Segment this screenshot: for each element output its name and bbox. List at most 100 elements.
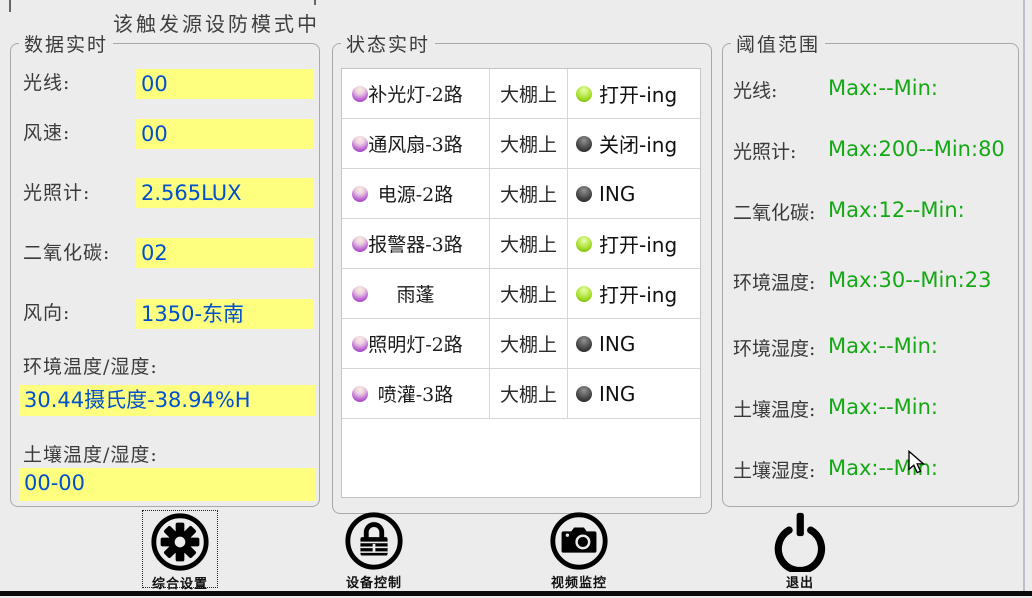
device-location: 大棚上 — [490, 269, 568, 318]
device-status-cell: 关闭-ing — [568, 119, 700, 168]
power-icon — [769, 510, 831, 572]
device-name: 雨蓬 — [396, 280, 434, 307]
status-orb-icon — [576, 336, 592, 352]
video-monitor-button[interactable]: 视频监控 — [541, 510, 617, 588]
mouse-cursor — [906, 450, 928, 474]
device-location: 大棚上 — [490, 319, 568, 368]
device-location: 大棚上 — [490, 119, 568, 168]
ambient-temp-threshold-value: Max:30--Min:23 — [828, 268, 991, 292]
co2-threshold-label: 二氧化碳: — [733, 198, 815, 225]
device-orb-icon — [352, 286, 368, 302]
device-orb-icon — [352, 236, 368, 252]
soil-humidity-threshold-label: 土壤湿度: — [733, 456, 815, 483]
ambient-temp-humidity-field[interactable]: 30.44摄氏度-38.94%H — [19, 385, 316, 416]
device-cell: 照明灯-2路 — [342, 319, 490, 368]
device-status-cell: 打开-ing — [568, 69, 700, 118]
device-name: 照明灯-2路 — [368, 330, 463, 357]
threshold-row: 光照计: Max:200--Min:80 — [723, 137, 1018, 163]
lock-icon — [343, 510, 405, 572]
device-name: 通风扇-3路 — [368, 130, 463, 157]
exit-button[interactable]: 退出 — [762, 510, 838, 588]
device-status-cell: ING — [568, 319, 700, 368]
co2-label: 二氧化碳: — [23, 238, 110, 265]
right-edge-line — [1023, 0, 1025, 591]
threshold-row: 光线: Max:--Min: — [723, 76, 1018, 102]
status-orb-icon — [576, 136, 592, 152]
ambient-temp-threshold-label: 环境温度: — [733, 268, 815, 295]
wind-speed-field[interactable]: 00 — [136, 119, 314, 149]
realtime-data-panel: 数据实时 光线: 00 风速: 00 光照计: 2.565LUX 二氧化碳: 0… — [10, 43, 320, 507]
device-orb-icon — [352, 186, 368, 202]
co2-threshold-value: Max:12--Min: — [828, 198, 965, 222]
device-control-button[interactable]: 设备控制 — [336, 510, 412, 588]
realtime-data-title: 数据实时 — [19, 30, 113, 57]
device-location: 大棚上 — [490, 219, 568, 268]
soil-temp-humidity-field[interactable]: 00-00 — [19, 468, 316, 501]
device-name: 电源-2路 — [378, 180, 454, 207]
status-orb-icon — [576, 86, 592, 102]
device-orb-icon — [352, 386, 368, 402]
threshold-row: 二氧化碳: Max:12--Min: — [723, 198, 1018, 224]
threshold-row: 环境湿度: Max:--Min: — [723, 334, 1018, 360]
device-status: ING — [599, 182, 635, 206]
ambient-temp-humidity-label: 环境温度/湿度: — [23, 352, 158, 379]
wind-direction-field[interactable]: 1350-东南 — [136, 299, 314, 329]
device-name: 喷灌-3路 — [378, 380, 454, 407]
lux-meter-field[interactable]: 2.565LUX — [136, 178, 314, 208]
settings-button-label: 综合设置 — [152, 573, 208, 592]
table-row[interactable]: 电源-2路 大棚上 ING — [342, 169, 700, 219]
soil-temp-threshold-value: Max:--Min: — [828, 395, 938, 419]
wind-direction-label: 风向: — [23, 298, 70, 325]
lux-meter-label: 光照计: — [23, 178, 90, 205]
device-status: 关闭-ing — [599, 129, 677, 158]
video-monitor-button-label: 视频监控 — [551, 572, 607, 591]
table-row[interactable]: 喷灌-3路 大棚上 ING — [342, 369, 700, 419]
threshold-row: 环境温度: Max:30--Min:23 — [723, 268, 1018, 294]
status-orb-icon — [576, 186, 592, 202]
device-orb-icon — [352, 86, 368, 102]
device-location: 大棚上 — [490, 369, 568, 418]
threshold-row: 土壤温度: Max:--Min: — [723, 395, 1018, 421]
device-location: 大棚上 — [490, 169, 568, 218]
device-location: 大棚上 — [490, 69, 568, 118]
realtime-status-panel: 状态实时 补光灯-2路 大棚上 打开-ing 通风扇-3路 大棚上 关闭-ing — [332, 43, 712, 514]
device-cell: 雨蓬 — [342, 269, 490, 318]
device-name: 报警器-3路 — [368, 230, 463, 257]
device-status-cell: 打开-ing — [568, 269, 700, 318]
lux-threshold-label: 光照计: — [733, 137, 796, 164]
device-name: 补光灯-2路 — [368, 80, 463, 107]
settings-button[interactable]: 综合设置 — [142, 510, 218, 588]
exit-button-label: 退出 — [786, 572, 814, 591]
status-orb-icon — [576, 286, 592, 302]
light-field[interactable]: 00 — [136, 69, 314, 99]
device-status-cell: ING — [568, 369, 700, 418]
device-cell: 喷灌-3路 — [342, 369, 490, 418]
device-status-cell: 打开-ing — [568, 219, 700, 268]
threshold-range-title: 阈值范围 — [731, 30, 825, 57]
device-status: 打开-ing — [599, 279, 677, 308]
table-row[interactable]: 报警器-3路 大棚上 打开-ing — [342, 219, 700, 269]
bottom-bar — [0, 591, 1032, 596]
threshold-range-panel: 阈值范围 光线: Max:--Min: 光照计: Max:200--Min:80… — [722, 43, 1019, 507]
soil-temp-threshold-label: 土壤温度: — [733, 395, 815, 422]
device-status: 打开-ing — [599, 79, 677, 108]
status-orb-icon — [576, 236, 592, 252]
device-control-button-label: 设备控制 — [346, 572, 402, 591]
arming-mode-banner: 该触发源设防模式中 — [113, 8, 320, 37]
table-row[interactable]: 雨蓬 大棚上 打开-ing — [342, 269, 700, 319]
lux-threshold-value: Max:200--Min:80 — [828, 137, 1005, 161]
table-row[interactable]: 照明灯-2路 大棚上 ING — [342, 319, 700, 369]
camera-icon — [548, 510, 610, 572]
device-orb-icon — [352, 136, 368, 152]
table-row[interactable]: 通风扇-3路 大棚上 关闭-ing — [342, 119, 700, 169]
device-status-cell: ING — [568, 169, 700, 218]
device-cell: 通风扇-3路 — [342, 119, 490, 168]
device-status: 打开-ing — [599, 229, 677, 258]
device-orb-icon — [352, 336, 368, 352]
table-row[interactable]: 补光灯-2路 大棚上 打开-ing — [342, 69, 700, 119]
top-left-tick — [9, 0, 11, 12]
realtime-status-title: 状态实时 — [341, 30, 435, 57]
soil-temp-humidity-label: 土壤温度/湿度: — [23, 440, 158, 467]
device-cell: 报警器-3路 — [342, 219, 490, 268]
co2-field[interactable]: 02 — [136, 238, 314, 268]
